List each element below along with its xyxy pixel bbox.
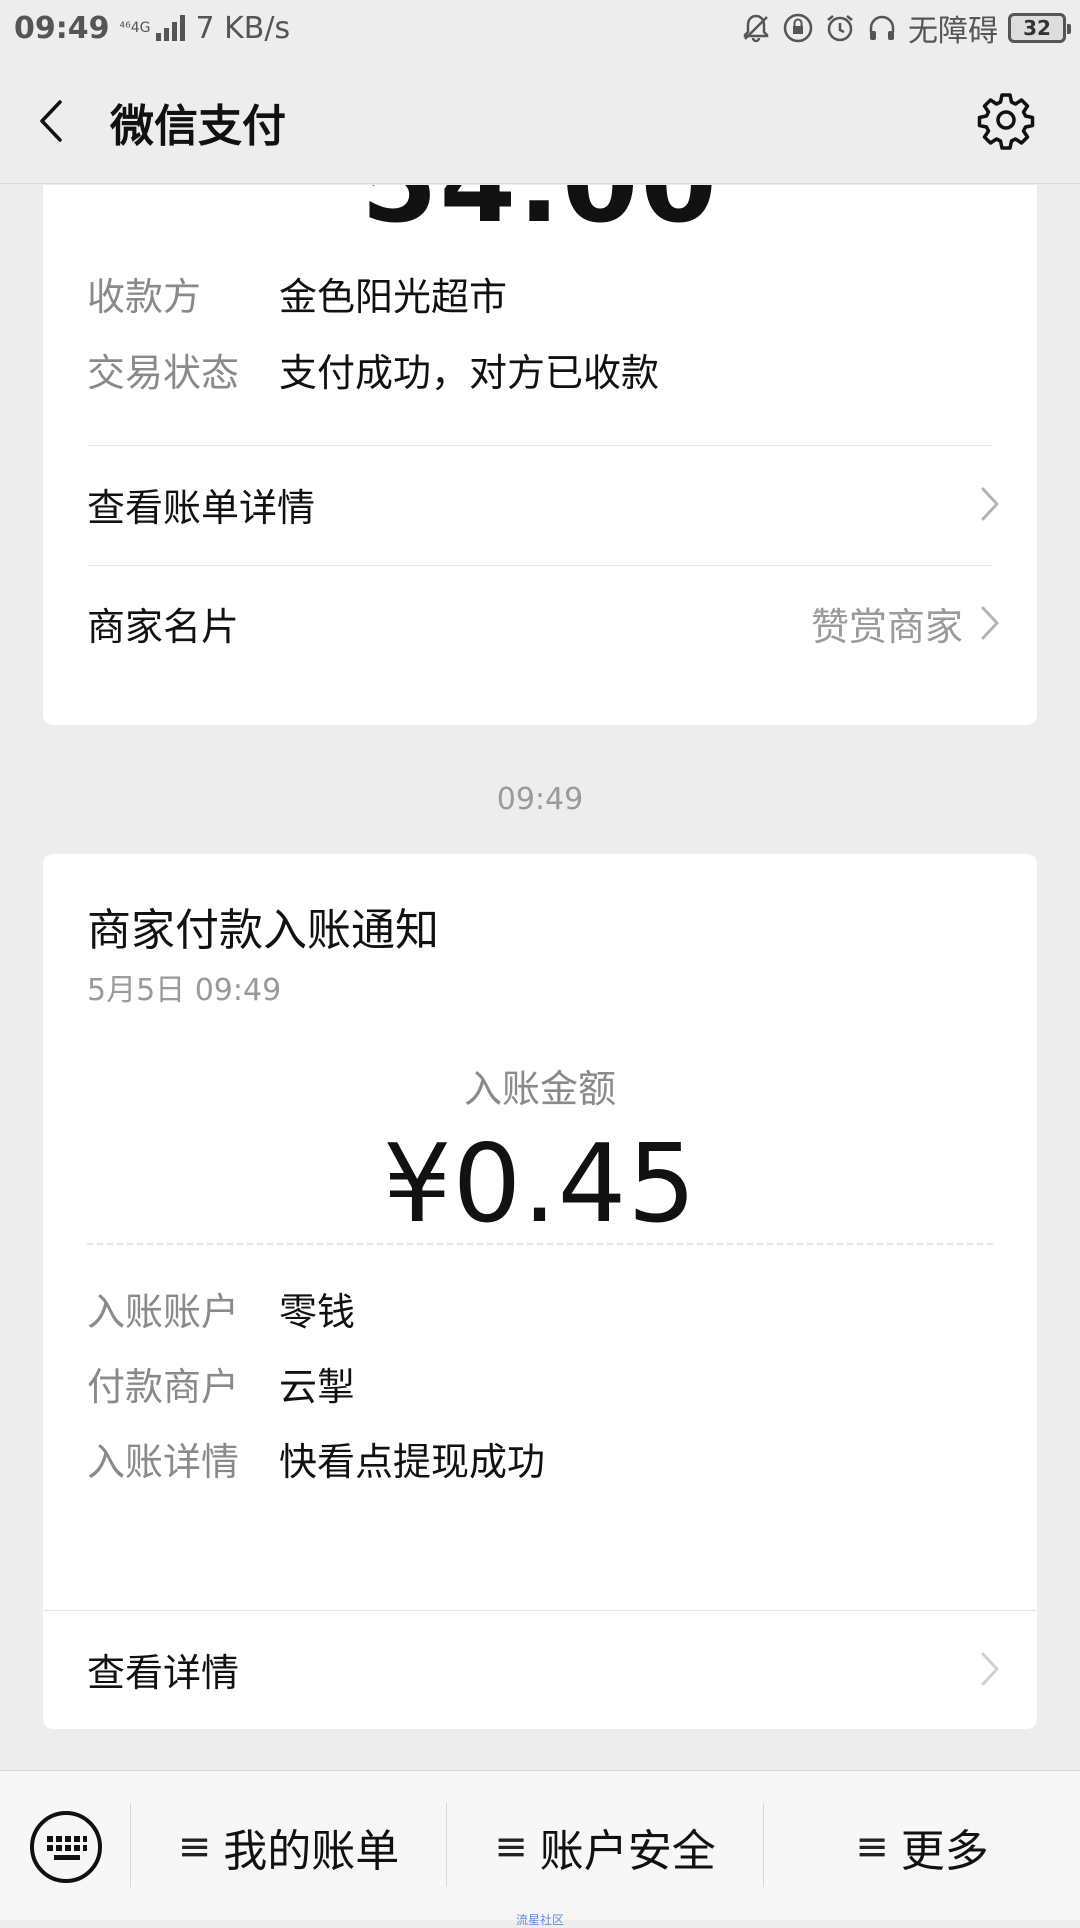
menu-label: 我的账单: [223, 1826, 400, 1877]
payee-row: 收款方 金色阳光超市: [87, 266, 507, 321]
accessibility-label: 无障碍: [908, 14, 998, 49]
page-title: 微信支付: [110, 101, 286, 152]
bill-detail-link[interactable]: 查看账单详情: [87, 446, 1001, 562]
status-time: 09:49: [14, 10, 110, 46]
amount-label: 入账金额: [463, 1067, 616, 1111]
nav-bar: 微信支付: [0, 56, 1080, 184]
menu-account-security[interactable]: ≡ 账户安全: [447, 1807, 763, 1887]
amount-value: ¥0.45: [382, 1122, 698, 1247]
network-type: ⁴⁶4G: [119, 19, 151, 36]
menu-label: 更多: [900, 1826, 989, 1877]
view-detail-label: 查看详情: [87, 1650, 240, 1695]
menu-more[interactable]: ≡ 更多: [764, 1807, 1080, 1887]
view-detail-link[interactable]: 查看详情: [87, 1611, 1001, 1727]
detail-value: 快看点提现成功: [279, 1440, 546, 1484]
menu-icon: ≡: [494, 1824, 528, 1870]
keyboard-icon[interactable]: [28, 1809, 104, 1885]
detail-row: 付款商户 云掣: [87, 1356, 355, 1411]
headphones-icon: [869, 15, 895, 40]
payee-label: 收款方: [87, 275, 202, 319]
detail-label: 入账详情: [87, 1440, 240, 1484]
chevron-left-icon[interactable]: [32, 96, 72, 146]
status-value: 支付成功，对方已收款: [279, 351, 660, 395]
alarm-icon: [827, 15, 853, 42]
chevron-right-icon: [981, 1652, 999, 1686]
payment-card: 54.00 收款方 金色阳光超市 交易状态 支付成功，对方已收款 查看账单详情 …: [43, 185, 1037, 725]
network-speed: 7 KB/s: [195, 10, 291, 46]
menu-label: 账户安全: [539, 1826, 716, 1877]
reward-merchant-label: 赞赏商家: [810, 604, 963, 649]
status-label: 交易状态: [87, 351, 240, 395]
bottom-menu-bar: ≡ 我的账单 ≡ 账户安全 ≡ 更多 流星社区: [0, 1770, 1080, 1927]
bell-off-icon: [743, 14, 769, 43]
detail-row: 入账账户 零钱: [87, 1281, 355, 1336]
payee-value: 金色阳光超市: [279, 275, 508, 319]
status-row: 交易状态 支付成功，对方已收款: [87, 342, 659, 397]
merchant-card-label: 商家名片: [87, 604, 240, 649]
payment-amount: 54.00: [43, 185, 1037, 247]
income-notice-card[interactable]: 商家付款入账通知 5月5日 09:49 入账金额 ¥0.45 入账账户 零钱 付…: [43, 854, 1037, 1729]
chevron-right-icon: [981, 487, 999, 521]
message-timestamp: 09:49: [496, 782, 584, 817]
menu-icon: ≡: [855, 1824, 889, 1870]
battery-level: 32: [1023, 16, 1051, 40]
detail-row: 入账详情 快看点提现成功: [87, 1431, 545, 1486]
notice-date: 5月5日 09:49: [87, 973, 282, 1008]
message-list[interactable]: 54.00 收款方 金色阳光超市 交易状态 支付成功，对方已收款 查看账单详情 …: [0, 185, 1080, 1770]
gear-icon[interactable]: [976, 90, 1036, 150]
lock-rotation-icon: [783, 13, 813, 43]
bill-detail-label: 查看账单详情: [87, 485, 316, 530]
detail-value: 零钱: [279, 1290, 356, 1334]
menu-icon: ≡: [177, 1824, 212, 1870]
menu-my-bills[interactable]: ≡ 我的账单: [131, 1807, 446, 1887]
detail-label: 入账账户: [87, 1290, 240, 1334]
detail-value: 云掣: [279, 1365, 356, 1409]
chevron-right-icon: [981, 606, 999, 640]
merchant-card-link[interactable]: 商家名片 赞赏商家: [87, 565, 1001, 681]
signal-icon: [156, 15, 186, 41]
battery-icon: 32: [1008, 13, 1071, 43]
dashed-divider: [87, 1243, 993, 1245]
notice-title: 商家付款入账通知: [87, 905, 439, 956]
status-bar: 09:49 ⁴⁶4G 7 KB/s 无障碍 32: [0, 0, 1080, 56]
detail-label: 付款商户: [87, 1365, 240, 1409]
